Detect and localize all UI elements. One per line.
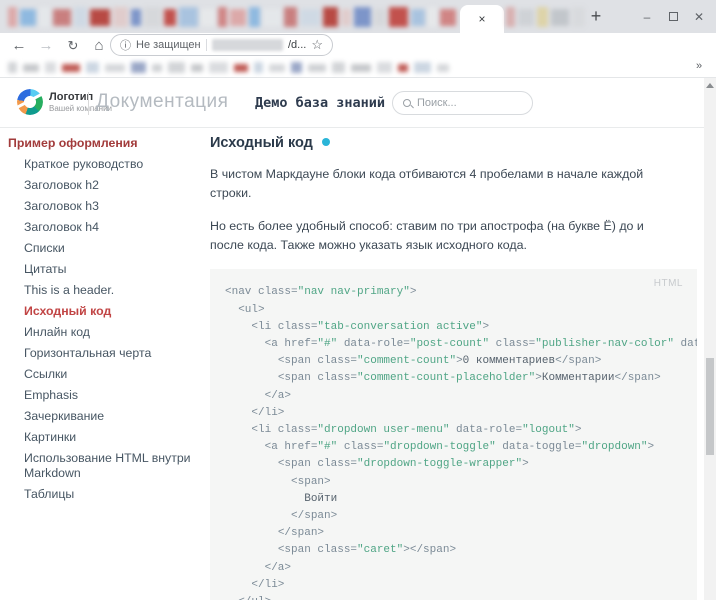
sidebar-item[interactable]: Горизонтальная черта bbox=[8, 346, 192, 361]
sidebar-nav: Пример оформления Краткое руководство Заго… bbox=[0, 129, 210, 600]
sidebar-item[interactable]: Таблицы bbox=[8, 487, 192, 502]
sidebar-item[interactable]: Картинки bbox=[8, 430, 192, 445]
site-header: Логотип Вашей компании Документация Демо… bbox=[0, 78, 704, 128]
scrollbar-thumb[interactable] bbox=[706, 358, 714, 455]
bookmarks-overflow-icon[interactable]: » bbox=[696, 60, 702, 72]
page-scrollbar[interactable] bbox=[704, 78, 716, 600]
info-icon[interactable]: ⓘ bbox=[120, 37, 131, 53]
sidebar-item[interactable]: Ссылки bbox=[8, 367, 192, 382]
paragraph: Но есть более удобный способ: ставим по … bbox=[210, 217, 666, 255]
page-title: Исходный код bbox=[210, 135, 698, 151]
active-tab[interactable]: × bbox=[460, 5, 504, 33]
logo-title[interactable]: Логотип bbox=[49, 91, 93, 103]
search-icon bbox=[403, 99, 411, 107]
sidebar-item[interactable]: Зачеркивание bbox=[8, 409, 192, 424]
back-icon[interactable]: ← bbox=[6, 33, 32, 58]
home-icon[interactable]: ⌂ bbox=[86, 33, 112, 58]
site-name-link[interactable]: Демо база знаний bbox=[255, 95, 385, 111]
bookmark-star-icon[interactable]: ☆ bbox=[311, 37, 323, 53]
sidebar-list: Пример оформления Краткое руководство Заго… bbox=[8, 136, 192, 502]
window-controls: – ✕ bbox=[634, 0, 712, 33]
sidebar-item[interactable]: Emphasis bbox=[8, 388, 192, 403]
code-language-badge: HTML bbox=[654, 278, 683, 289]
sidebar-item[interactable]: Пример оформления bbox=[8, 136, 192, 151]
close-icon[interactable]: ✕ bbox=[686, 0, 712, 33]
status-dot-icon bbox=[322, 138, 330, 146]
search-placeholder: Поиск... bbox=[417, 97, 457, 109]
tab-close-icon[interactable]: × bbox=[478, 13, 485, 25]
redacted-bookmarks[interactable] bbox=[8, 61, 618, 74]
browser-toolbar: ← → ↻ ⌂ ⓘ Не защищен /d... ☆ ⋮ bbox=[0, 33, 716, 58]
redacted-tabs[interactable] bbox=[8, 5, 458, 29]
address-divider bbox=[206, 39, 207, 51]
url-suffix: /d... bbox=[288, 39, 306, 51]
redacted-url bbox=[212, 39, 283, 51]
minimize-icon[interactable]: – bbox=[634, 0, 660, 33]
app-title: Документация bbox=[96, 91, 228, 113]
sidebar-item[interactable]: Инлайн код bbox=[8, 325, 192, 340]
header-divider bbox=[88, 92, 89, 115]
paragraph: В чистом Маркдауне блоки кода отбиваются… bbox=[210, 165, 666, 203]
forward-icon[interactable]: → bbox=[33, 33, 59, 58]
article: Исходный код В чистом Маркдауне блоки ко… bbox=[210, 129, 698, 600]
sidebar-item[interactable]: Заголовок h4 bbox=[8, 220, 192, 235]
maximize-icon[interactable] bbox=[660, 0, 686, 33]
new-tab-button[interactable]: + bbox=[584, 4, 608, 28]
security-label: Не защищен bbox=[136, 39, 201, 51]
sidebar-item[interactable]: This is a header. bbox=[8, 283, 192, 298]
sidebar-item[interactable]: Заголовок h3 bbox=[8, 199, 192, 214]
code-block: HTML <nav class="nav nav-primary"> <ul> … bbox=[210, 269, 697, 600]
scrollbar-up-icon[interactable] bbox=[706, 83, 714, 88]
page-viewport: Логотип Вашей компании Документация Демо… bbox=[0, 78, 716, 600]
search-input[interactable]: Поиск... bbox=[392, 91, 533, 115]
browser-tab-bar: × + – ✕ bbox=[0, 0, 716, 33]
sidebar-item[interactable]: Заголовок h2 bbox=[8, 178, 192, 193]
sidebar-item[interactable]: Краткое руководство bbox=[8, 157, 192, 172]
address-bar[interactable]: ⓘ Не защищен /d... ☆ bbox=[110, 34, 333, 56]
redacted-tabs-right[interactable] bbox=[506, 5, 586, 29]
sidebar-item[interactable]: Цитаты bbox=[8, 262, 192, 277]
sidebar-item[interactable]: Исходный код bbox=[8, 304, 192, 319]
sidebar-item[interactable]: Списки bbox=[8, 241, 192, 256]
sidebar-item[interactable]: Использование HTML внутри Markdown bbox=[8, 451, 192, 481]
code-content: <nav class="nav nav-primary"> <ul> <li c… bbox=[210, 269, 697, 600]
bookmarks-bar: » bbox=[0, 58, 716, 78]
reload-icon[interactable]: ↻ bbox=[60, 33, 86, 58]
page-title-text: Исходный код bbox=[210, 135, 313, 151]
